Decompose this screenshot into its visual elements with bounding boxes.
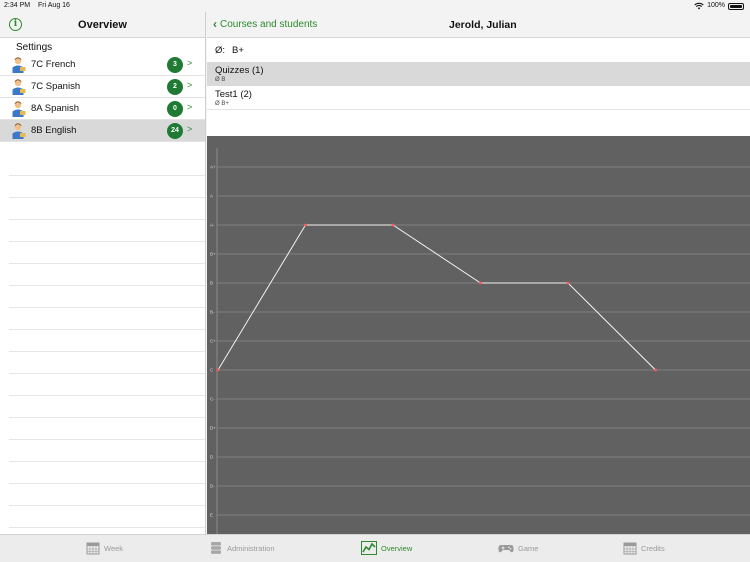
sidebar-title: Overview bbox=[78, 19, 127, 31]
chevron-left-icon: ‹ bbox=[213, 17, 217, 31]
course-count-badge: 3 bbox=[167, 57, 183, 73]
battery-icon bbox=[728, 2, 744, 10]
average-symbol: Ø: bbox=[215, 45, 226, 56]
grade-point bbox=[479, 281, 482, 285]
grade-group-row[interactable]: Quizzes (1) Ø B bbox=[207, 62, 750, 86]
gamepad-icon bbox=[498, 545, 514, 553]
grade-point bbox=[216, 368, 220, 372]
status-bar: 2:34 PM Fri Aug 16 100% bbox=[0, 0, 750, 12]
database-icon bbox=[211, 542, 221, 554]
chevron-right-icon: > bbox=[187, 58, 193, 68]
y-tick-label: D- bbox=[210, 484, 215, 489]
course-item-8b-english[interactable]: 8B English 24 > bbox=[0, 120, 205, 142]
back-button-label: Courses and students bbox=[220, 18, 318, 30]
course-name: 8B English bbox=[31, 125, 77, 136]
status-indicators: 100% bbox=[694, 0, 744, 12]
course-list: 7C French 3 > 7C Spanish 2 > 8A Spanish … bbox=[0, 54, 205, 142]
status-time: 2:34 PM bbox=[4, 2, 31, 9]
course-name: 7C Spanish bbox=[31, 81, 81, 92]
calendar-icon bbox=[86, 542, 100, 555]
average-row: Ø: B+ bbox=[207, 38, 750, 62]
teacher-avatar-icon bbox=[12, 101, 26, 117]
y-tick-label: A bbox=[210, 194, 213, 199]
tab-label: Week bbox=[104, 543, 124, 553]
course-item-7c-french[interactable]: 7C French 3 > bbox=[0, 54, 205, 76]
group-average: Ø B bbox=[215, 77, 226, 83]
tab-label: Administration bbox=[227, 543, 275, 553]
y-tick-label: E bbox=[210, 513, 213, 518]
y-tick-label: B- bbox=[210, 310, 215, 315]
tab-administration[interactable]: Administration bbox=[209, 541, 275, 555]
status-date: Fri Aug 16 bbox=[38, 2, 70, 9]
back-button[interactable]: ‹ Courses and students bbox=[213, 18, 317, 30]
student-name-title: Jerold, Julian bbox=[449, 19, 517, 31]
chevron-right-icon: > bbox=[187, 80, 193, 90]
entry-title: Test1 (2) bbox=[215, 89, 252, 100]
y-tick-label: A- bbox=[210, 223, 215, 228]
tab-label: Overview bbox=[381, 543, 413, 553]
course-count-badge: 0 bbox=[167, 101, 183, 117]
grade-chart-svg: A+ A A- B+ B B- C+ C C- D+ D D- E bbox=[210, 148, 750, 534]
course-sidebar: i Overview Settings 7C French 3 > 7C Spa… bbox=[0, 12, 206, 534]
tab-label: Credits bbox=[641, 543, 665, 553]
tab-game[interactable]: Game bbox=[498, 541, 538, 555]
tab-label: Game bbox=[518, 543, 539, 553]
group-title: Quizzes (1) bbox=[215, 65, 264, 76]
chevron-right-icon: > bbox=[187, 102, 193, 112]
chart-icon bbox=[361, 541, 377, 555]
course-item-7c-spanish[interactable]: 7C Spanish 2 > bbox=[0, 76, 205, 98]
teacher-avatar-icon bbox=[12, 79, 26, 95]
course-name: 8A Spanish bbox=[31, 103, 80, 114]
course-item-8a-spanish[interactable]: 8A Spanish 0 > bbox=[0, 98, 205, 120]
course-count-badge: 24 bbox=[167, 123, 183, 139]
y-tick-label: B bbox=[210, 281, 213, 286]
chevron-right-icon: > bbox=[187, 124, 193, 134]
grade-entry-row[interactable]: Test1 (2) Ø B+ bbox=[207, 86, 750, 110]
tab-overview[interactable]: Overview bbox=[361, 541, 412, 555]
y-tick-label: C- bbox=[210, 397, 215, 402]
y-tick-label: C+ bbox=[210, 339, 216, 344]
y-tick-label: B+ bbox=[210, 252, 216, 257]
tab-credits[interactable]: Credits bbox=[623, 541, 665, 555]
entry-average: Ø B+ bbox=[215, 101, 229, 107]
tab-bar: Week Administration Overview Game Credit… bbox=[0, 534, 750, 562]
status-time-date: 2:34 PM Fri Aug 16 bbox=[4, 0, 70, 12]
y-tick-label: C bbox=[210, 368, 214, 373]
y-tick-label: A+ bbox=[210, 165, 216, 170]
teacher-avatar-icon bbox=[12, 123, 26, 139]
sidebar-header: i Overview bbox=[0, 12, 205, 38]
settings-link[interactable]: Settings bbox=[0, 38, 205, 54]
battery-percent: 100% bbox=[707, 2, 725, 9]
wifi-icon bbox=[694, 2, 704, 10]
grade-point bbox=[654, 368, 657, 372]
empty-list-lines bbox=[9, 154, 205, 534]
tab-week[interactable]: Week bbox=[86, 541, 123, 555]
grade-point bbox=[304, 223, 307, 227]
average-value: B+ bbox=[232, 45, 244, 56]
detail-header: ‹ Courses and students Jerold, Julian bbox=[207, 12, 750, 38]
grade-series-line bbox=[217, 224, 656, 371]
course-count-badge: 2 bbox=[167, 79, 183, 95]
credits-icon bbox=[623, 542, 637, 555]
student-detail: ‹ Courses and students Jerold, Julian Ø:… bbox=[207, 12, 750, 534]
y-tick-label: D+ bbox=[210, 426, 216, 431]
course-name: 7C French bbox=[31, 59, 76, 70]
grade-chart: A+ A A- B+ B B- C+ C C- D+ D D- E bbox=[207, 136, 750, 534]
grade-point bbox=[566, 281, 570, 285]
teacher-avatar-icon bbox=[12, 57, 26, 73]
grade-point bbox=[391, 223, 395, 227]
y-tick-label: D bbox=[210, 455, 214, 460]
